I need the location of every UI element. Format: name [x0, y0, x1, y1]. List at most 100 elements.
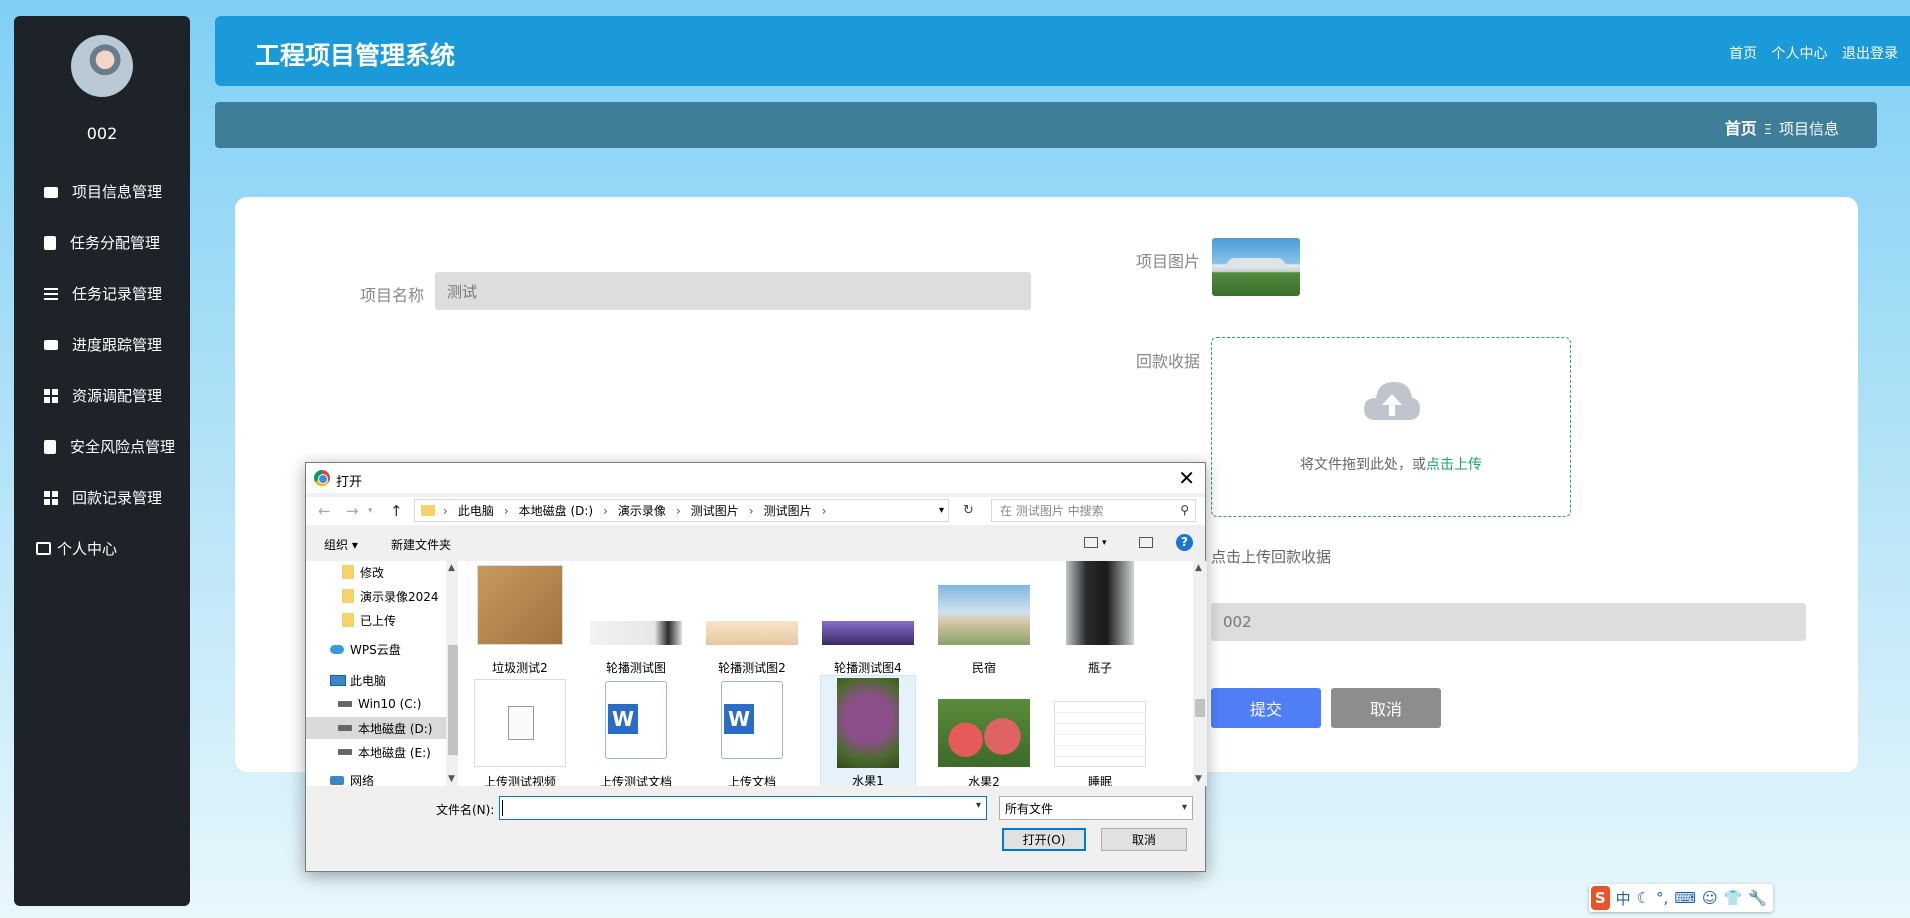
address-bar[interactable]: › 此电脑 › 本地磁盘 (D:) › 演示录像 › 测试图片 › 测试图片 › ▾	[414, 499, 949, 522]
breadcrumb-separator: Ξ	[1763, 123, 1772, 138]
forward-arrow-icon[interactable]: →	[346, 502, 359, 520]
file-item[interactable]: 瓶子	[1052, 561, 1148, 679]
ime-toolbar[interactable]: S 中 ☾ °, ⌨ ☺ 👕 🔧	[1589, 884, 1773, 912]
scroll-thumb[interactable]	[1195, 699, 1205, 717]
punctuation-icon[interactable]: °,	[1656, 889, 1668, 907]
project-image-label: 项目图片	[1136, 252, 1201, 271]
file-item[interactable]: 轮播测试图2	[704, 561, 800, 679]
view-options-icon[interactable]	[1084, 537, 1098, 548]
sidebar-item-label: 个人中心	[57, 540, 118, 558]
path-segment[interactable]: 测试图片	[764, 502, 812, 519]
help-icon[interactable]: ?	[1176, 534, 1193, 551]
sidebar-item-personal[interactable]: 个人中心	[14, 523, 190, 574]
dialog-cancel-button[interactable]: 取消	[1101, 828, 1187, 851]
file-item[interactable]: 上传测试视频	[472, 675, 568, 786]
organize-menu[interactable]: 组织 ▾	[324, 536, 358, 553]
sidebar-item-safety[interactable]: 安全风险点管理	[14, 421, 190, 472]
file-item[interactable]: W 上传测试文档	[588, 675, 684, 786]
file-item[interactable]: 垃圾测试2	[472, 561, 568, 679]
file-item[interactable]: 水果2	[936, 675, 1032, 786]
filetype-value: 所有文件	[1005, 801, 1054, 816]
logout-link[interactable]: 退出登录	[1842, 46, 1898, 62]
scroll-down-icon[interactable]: ▼	[448, 774, 455, 784]
file-item[interactable]: 轮播测试图	[588, 561, 684, 679]
scroll-up-icon[interactable]: ▲	[1195, 563, 1202, 573]
moon-icon[interactable]: ☾	[1637, 889, 1650, 907]
nav-item-drive[interactable]: 本地磁盘 (E:)	[306, 741, 446, 763]
sidebar-item-label: 安全风险点管理	[70, 438, 176, 456]
file-item-selected[interactable]: 水果1	[820, 675, 916, 786]
shirt-icon[interactable]: 👕	[1724, 889, 1743, 907]
chevron-down-icon[interactable]: ▾	[1102, 538, 1107, 548]
sogou-logo-icon[interactable]: S	[1591, 886, 1610, 910]
nav-item-drive[interactable]: Win10 (C:)	[306, 693, 446, 715]
nav-item-drive[interactable]: 本地磁盘 (D:)	[306, 717, 446, 739]
image-thumbnail	[590, 621, 682, 645]
file-name: 上传文档	[727, 775, 776, 786]
scroll-up-icon[interactable]: ▲	[448, 563, 455, 573]
keyboard-icon[interactable]: ⌨	[1674, 889, 1696, 907]
project-image-thumbnail[interactable]	[1212, 238, 1300, 296]
nav-item-this-pc[interactable]: 此电脑	[306, 669, 446, 691]
ime-mode[interactable]: 中	[1616, 888, 1631, 909]
file-item[interactable]: 民宿	[936, 561, 1032, 679]
nav-scrollbar[interactable]: ▲ ▼	[446, 561, 458, 786]
nav-item-folder[interactable]: 修改	[306, 561, 446, 583]
up-arrow-icon[interactable]: ↑	[390, 502, 403, 520]
account-input[interactable]: 002	[1211, 603, 1806, 641]
personal-center-link[interactable]: 个人中心	[1772, 46, 1828, 62]
scroll-down-icon[interactable]: ▼	[1195, 774, 1202, 784]
home-link[interactable]: 首页	[1729, 46, 1757, 62]
path-segment[interactable]: 演示录像	[618, 502, 666, 519]
chevron-down-icon[interactable]: ▾	[939, 505, 944, 516]
path-segment[interactable]: 本地磁盘 (D:)	[519, 502, 593, 519]
file-scrollbar[interactable]: ▲ ▼	[1193, 561, 1207, 786]
file-item[interactable]: 睡眠	[1052, 675, 1148, 786]
submit-button[interactable]: 提交	[1211, 688, 1321, 728]
sidebar-item-progress[interactable]: 进度跟踪管理	[14, 319, 190, 370]
chevron-right-icon: ›	[443, 503, 448, 518]
drive-icon	[338, 725, 352, 731]
project-name-input[interactable]: 测试	[435, 272, 1031, 310]
wrench-icon[interactable]: 🔧	[1748, 889, 1767, 907]
sidebar-item-payment[interactable]: 回款记录管理	[14, 472, 190, 523]
close-icon[interactable]: ✕	[1178, 466, 1195, 490]
breadcrumb-home[interactable]: 首页	[1725, 119, 1757, 138]
user-icon[interactable]: ☺	[1702, 889, 1718, 907]
sidebar-menu: 项目信息管理 任务分配管理 任务记录管理 进度跟踪管理 资源调配管理 安全风险点…	[14, 166, 190, 574]
upload-hint: 点击上传回款收据	[1211, 548, 1332, 566]
sidebar-item-task-record[interactable]: 任务记录管理	[14, 268, 190, 319]
image-thumbnail	[1054, 701, 1146, 767]
chevron-down-icon[interactable]: ▾	[976, 800, 981, 811]
scroll-thumb[interactable]	[448, 645, 458, 755]
new-folder-button[interactable]: 新建文件夹	[391, 536, 451, 553]
filename-label: 文件名(N):	[436, 803, 495, 817]
nav-item-wps-cloud[interactable]: WPS云盘	[306, 638, 446, 660]
file-item[interactable]: 轮播测试图4	[820, 561, 916, 679]
sidebar-item-task-assign[interactable]: 任务分配管理	[14, 217, 190, 268]
recent-dropdown-icon[interactable]: ▾	[368, 506, 373, 516]
cancel-button[interactable]: 取消	[1331, 688, 1441, 728]
nav-item-label: 本地磁盘 (E:)	[358, 745, 431, 760]
search-input[interactable]: 在 测试图片 中搜索 ⚲	[991, 499, 1196, 522]
path-segment[interactable]: 此电脑	[458, 502, 494, 519]
file-name: 轮播测试图4	[834, 661, 902, 675]
file-item[interactable]: W 上传文档	[704, 675, 800, 786]
path-segment[interactable]: 测试图片	[691, 502, 739, 519]
back-arrow-icon[interactable]: ←	[318, 502, 331, 520]
file-name: 瓶子	[1087, 661, 1112, 675]
sidebar-item-project-info[interactable]: 项目信息管理	[14, 166, 190, 217]
sidebar-item-resource[interactable]: 资源调配管理	[14, 370, 190, 421]
nav-item-network[interactable]: 网络	[306, 769, 446, 786]
filetype-select[interactable]: 所有文件 ▾	[999, 796, 1193, 820]
preview-pane-icon[interactable]	[1139, 537, 1153, 548]
refresh-icon[interactable]: ↻	[963, 503, 974, 518]
filename-input[interactable]: ▾	[499, 796, 987, 820]
nav-item-folder[interactable]: 演示录像2024	[306, 585, 446, 607]
nav-item-folder[interactable]: 已上传	[306, 609, 446, 631]
upload-dropzone[interactable]: 将文件拖到此处，或点击上传	[1211, 337, 1571, 517]
file-name: 睡眠	[1087, 775, 1112, 786]
open-button[interactable]: 打开(O)	[1002, 828, 1086, 851]
avatar[interactable]	[71, 35, 133, 97]
click-upload-link[interactable]: 点击上传	[1426, 457, 1482, 473]
